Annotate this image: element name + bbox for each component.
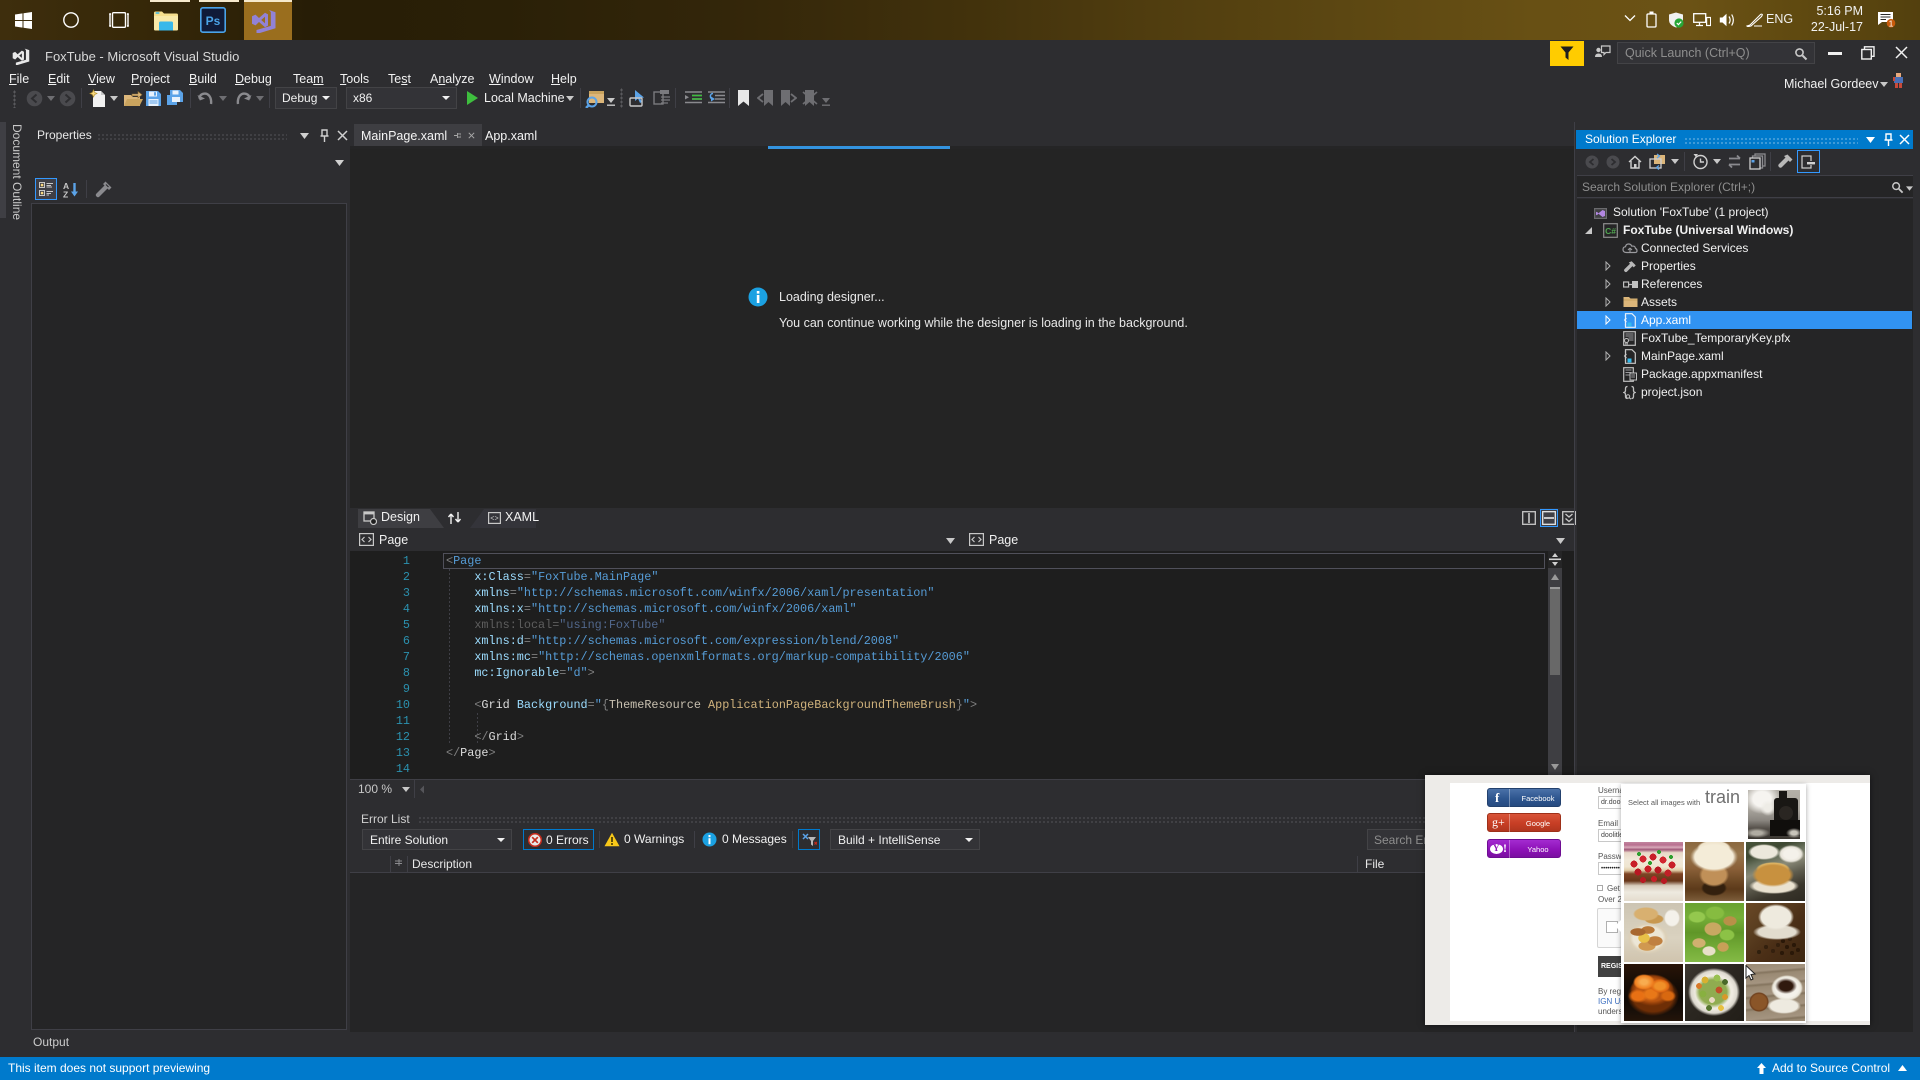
svg-text:C#: C#	[1605, 226, 1616, 236]
svg-text:Z: Z	[63, 190, 68, 199]
svg-text:1: 1	[1889, 18, 1894, 28]
svg-text:<>: <>	[490, 516, 498, 524]
svg-text:Ps: Ps	[206, 14, 221, 28]
